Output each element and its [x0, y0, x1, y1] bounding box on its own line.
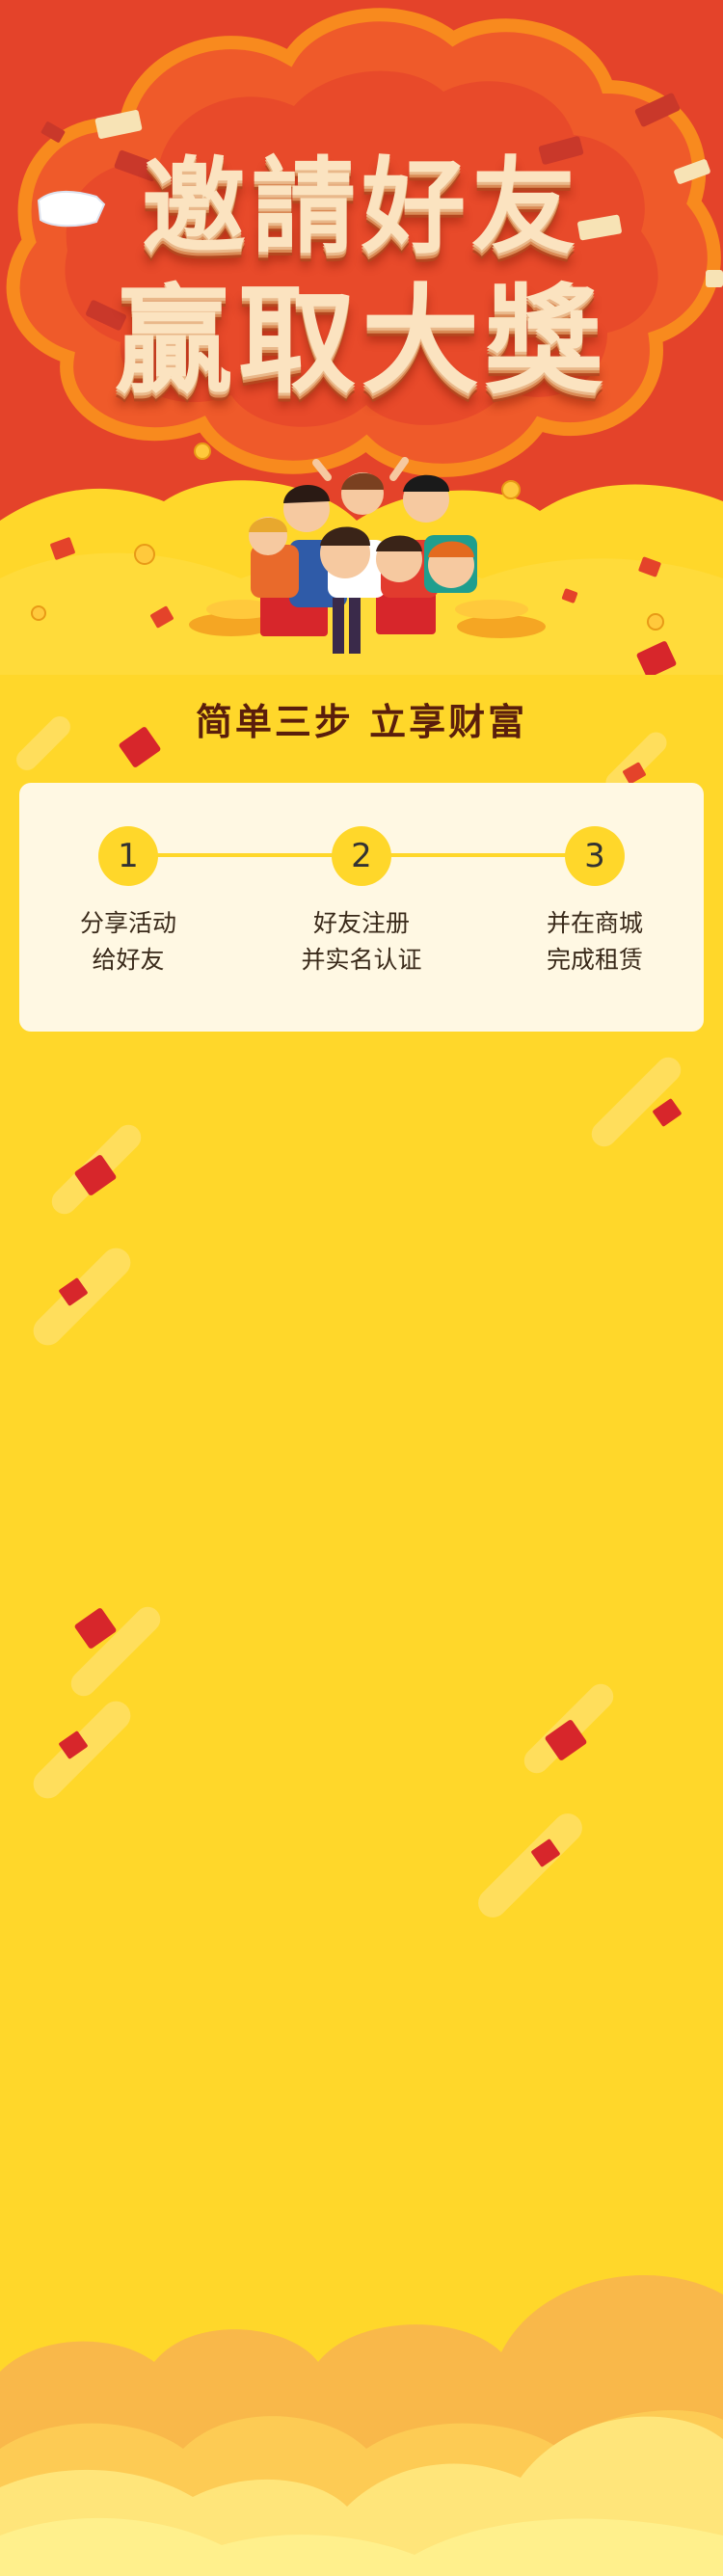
step-item: 3 并在商城 完成租赁: [489, 826, 701, 979]
step-item: 1 分享活动 给好友: [22, 826, 234, 979]
step-number-badge: 3: [565, 826, 625, 886]
step-text-line: 完成租赁: [546, 946, 643, 974]
steps-section-title: 简单三步 立享财富: [195, 701, 528, 743]
footer-clouds: [0, 2256, 723, 2576]
falling-envelopes-decoration: [16, 716, 682, 1918]
step-item: 2 好友注册 并实名认证: [255, 826, 468, 979]
step-text-line: 并在商城: [546, 909, 643, 937]
step-number-badge: 1: [98, 826, 158, 886]
cloud-decoration: [0, 2275, 723, 2576]
step-text-line: 好友注册: [312, 909, 410, 937]
step-text-line: 并实名认证: [301, 946, 422, 974]
invite-page: 邀請好友 贏取大獎 简单三步 立享财富 1 分享活动 给好友 2 好友注册 并实…: [0, 0, 723, 2576]
steps-card: 1 分享活动 给好友 2 好友注册 并实名认证 3 并在商城 完成租赁: [19, 783, 704, 1032]
step-text-line: 给好友: [92, 946, 165, 974]
step-description: 分享活动 给好友: [22, 905, 234, 979]
step-number-badge: 2: [332, 826, 391, 886]
step-description: 并在商城 完成租赁: [489, 905, 701, 979]
step-text-line: 分享活动: [79, 909, 176, 937]
step-description: 好友注册 并实名认证: [255, 905, 468, 979]
